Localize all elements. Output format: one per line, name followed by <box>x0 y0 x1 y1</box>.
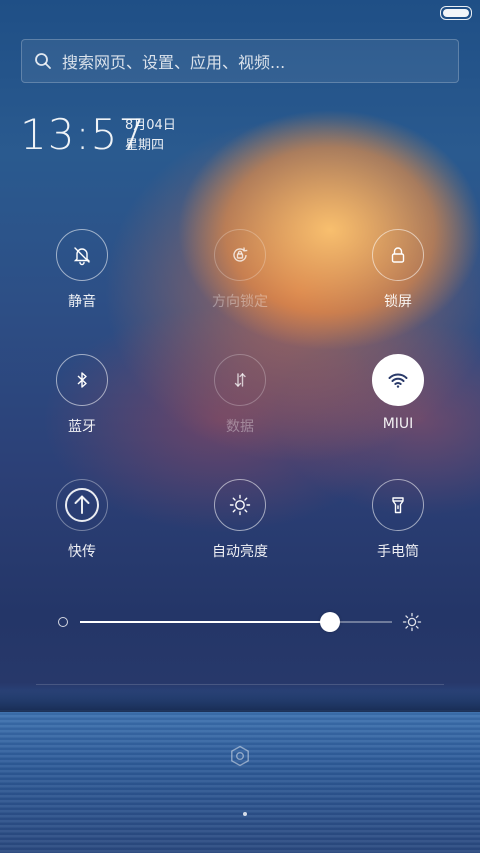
toggle-lock-screen[interactable]: 锁屏 <box>338 229 458 311</box>
battery-icon <box>440 6 472 20</box>
toggle-wifi[interactable]: MIUI <box>338 354 458 432</box>
toggle-label: 手电筒 <box>377 544 419 560</box>
search-icon <box>35 53 51 69</box>
brightness-slider[interactable] <box>58 610 428 634</box>
toggle-quick-transfer-button[interactable] <box>56 479 108 531</box>
weekday-label: 星期四 <box>125 138 165 153</box>
brightness-thumb[interactable] <box>319 612 340 632</box>
toggle-label: 自动亮度 <box>212 544 268 560</box>
toggle-label: 静音 <box>68 294 96 310</box>
toggle-label: 数据 <box>226 419 254 435</box>
panel-divider <box>36 684 444 685</box>
toggle-flashlight-button[interactable] <box>372 479 424 531</box>
mobile-data-icon <box>234 373 246 387</box>
rotation-lock-icon <box>233 247 248 262</box>
wallpaper-water <box>0 710 480 853</box>
search-placeholder: 搜索网页、设置、应用、视频... <box>62 53 286 72</box>
brightness-track[interactable] <box>80 612 392 632</box>
upload-arrow-icon <box>65 488 99 522</box>
flashlight-icon <box>392 497 404 514</box>
toggle-lock-screen-button[interactable] <box>372 229 424 281</box>
clock-date[interactable]: 8月04日 星期四 <box>125 116 176 156</box>
toggle-rotation-lock-button[interactable] <box>214 229 266 281</box>
lock-icon <box>391 247 405 263</box>
toggle-auto-brightness-button[interactable] <box>214 479 266 531</box>
toggle-mute-button[interactable] <box>56 229 108 281</box>
date-label: 8月04日 <box>125 118 176 133</box>
toggle-label: 蓝牙 <box>68 419 96 435</box>
toggle-wifi-button[interactable] <box>372 354 424 406</box>
brightness-max-icon <box>402 612 422 632</box>
toggle-label: MIUI <box>382 416 414 432</box>
toggle-mute[interactable]: 静音 <box>22 229 142 311</box>
toggle-quick-transfer[interactable]: 快传 <box>22 479 142 561</box>
bell-off-icon <box>73 247 91 266</box>
toggle-flashlight[interactable]: 手电筒 <box>338 479 458 561</box>
toggle-label: 方向锁定 <box>212 294 268 310</box>
gear-icon[interactable] <box>228 744 252 768</box>
brightness-min-icon <box>58 617 68 627</box>
toggle-rotation-lock[interactable]: 方向锁定 <box>180 229 300 311</box>
search-bar[interactable]: 搜索网页、设置、应用、视频... <box>21 39 459 83</box>
toggle-bluetooth[interactable]: 蓝牙 <box>22 354 142 436</box>
toggle-bluetooth-button[interactable] <box>56 354 108 406</box>
wifi-icon <box>388 373 408 388</box>
bluetooth-icon <box>77 372 87 388</box>
toggle-mobile-data-button[interactable] <box>214 354 266 406</box>
page-indicator-dot <box>243 812 247 816</box>
brightness-fill <box>80 621 330 623</box>
toggle-label: 锁屏 <box>384 294 412 310</box>
toggle-auto-brightness[interactable]: 自动亮度 <box>180 479 300 561</box>
wallpaper-horizon <box>0 690 480 712</box>
toggle-label: 快传 <box>68 544 96 560</box>
sun-icon <box>229 494 251 516</box>
toggle-mobile-data[interactable]: 数据 <box>180 354 300 436</box>
